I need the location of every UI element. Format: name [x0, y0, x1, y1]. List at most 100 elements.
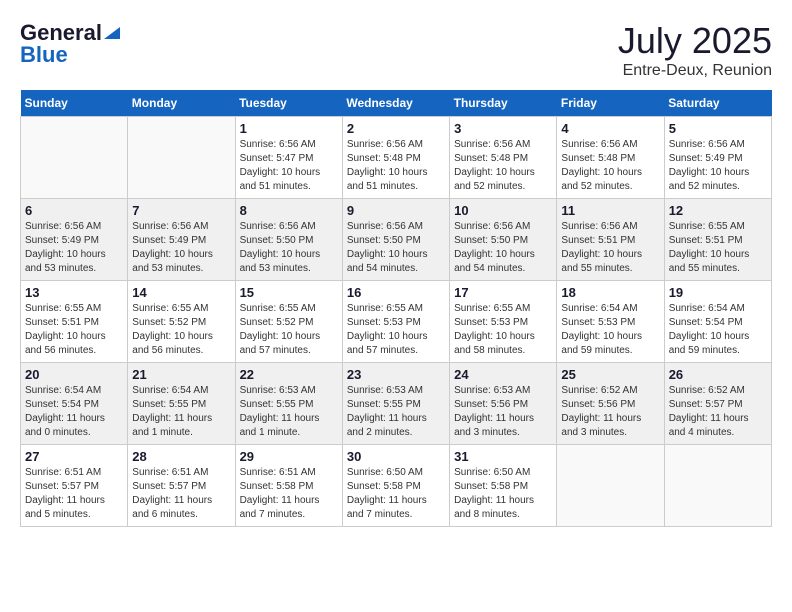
header-friday: Friday: [557, 90, 664, 117]
day-number: 13: [25, 285, 123, 300]
day-info: Sunrise: 6:54 AM Sunset: 5:53 PM Dayligh…: [561, 302, 659, 358]
day-number: 26: [669, 367, 767, 382]
day-info: Sunrise: 6:56 AM Sunset: 5:50 PM Dayligh…: [454, 220, 552, 276]
day-number: 31: [454, 449, 552, 464]
day-number: 17: [454, 285, 552, 300]
day-info: Sunrise: 6:56 AM Sunset: 5:47 PM Dayligh…: [240, 138, 338, 194]
day-info: Sunrise: 6:55 AM Sunset: 5:53 PM Dayligh…: [347, 302, 445, 358]
day-info: Sunrise: 6:51 AM Sunset: 5:57 PM Dayligh…: [132, 466, 230, 522]
day-info: Sunrise: 6:56 AM Sunset: 5:49 PM Dayligh…: [25, 220, 123, 276]
day-number: 15: [240, 285, 338, 300]
day-info: Sunrise: 6:55 AM Sunset: 5:53 PM Dayligh…: [454, 302, 552, 358]
page-header: General Blue July 2025 Entre-Deux, Reuni…: [20, 20, 772, 80]
calendar-cell: 8Sunrise: 6:56 AM Sunset: 5:50 PM Daylig…: [235, 199, 342, 281]
day-info: Sunrise: 6:50 AM Sunset: 5:58 PM Dayligh…: [347, 466, 445, 522]
header-sunday: Sunday: [21, 90, 128, 117]
day-number: 7: [132, 203, 230, 218]
logo: General Blue: [20, 20, 120, 68]
calendar-week-3: 13Sunrise: 6:55 AM Sunset: 5:51 PM Dayli…: [21, 281, 772, 363]
calendar-cell: 29Sunrise: 6:51 AM Sunset: 5:58 PM Dayli…: [235, 445, 342, 527]
day-number: 16: [347, 285, 445, 300]
day-info: Sunrise: 6:54 AM Sunset: 5:54 PM Dayligh…: [669, 302, 767, 358]
day-number: 10: [454, 203, 552, 218]
day-number: 29: [240, 449, 338, 464]
calendar-cell: 3Sunrise: 6:56 AM Sunset: 5:48 PM Daylig…: [450, 117, 557, 199]
calendar-cell: [557, 445, 664, 527]
day-info: Sunrise: 6:53 AM Sunset: 5:55 PM Dayligh…: [347, 384, 445, 440]
day-info: Sunrise: 6:53 AM Sunset: 5:55 PM Dayligh…: [240, 384, 338, 440]
day-number: 18: [561, 285, 659, 300]
calendar-cell: 20 Sunrise: 6:54 AM Sunset: 5:54 PM Dayli…: [21, 363, 128, 445]
day-number: 25: [561, 367, 659, 382]
calendar-cell: 22Sunrise: 6:53 AM Sunset: 5:55 PM Dayli…: [235, 363, 342, 445]
day-info: Sunrise: 6:55 AM Sunset: 5:51 PM Dayligh…: [669, 220, 767, 276]
calendar-cell: 15 Sunrise: 6:55 AM Sunset: 5:52 PM Dayli…: [235, 281, 342, 363]
day-number: 6: [25, 203, 123, 218]
header-saturday: Saturday: [664, 90, 771, 117]
day-number: 14: [132, 285, 230, 300]
day-info: Sunrise: 6:55 AM Sunset: 5:52 PM Dayligh…: [132, 302, 230, 358]
day-number: 1: [240, 121, 338, 136]
day-number: 9: [347, 203, 445, 218]
month-title: July 2025: [618, 20, 772, 62]
calendar-cell: 28 Sunrise: 6:51 AM Sunset: 5:57 PM Dayli…: [128, 445, 235, 527]
day-info: Sunrise: 6:52 AM Sunset: 5:56 PM Dayligh…: [561, 384, 659, 440]
calendar-cell: 9 Sunrise: 6:56 AM Sunset: 5:50 PM Daylig…: [342, 199, 449, 281]
day-number: 23: [347, 367, 445, 382]
calendar-cell: 25 Sunrise: 6:52 AM Sunset: 5:56 PM Dayli…: [557, 363, 664, 445]
day-number: 27: [25, 449, 123, 464]
day-info: Sunrise: 6:51 AM Sunset: 5:57 PM Dayligh…: [25, 466, 123, 522]
day-number: 2: [347, 121, 445, 136]
calendar-cell: 18 Sunrise: 6:54 AM Sunset: 5:53 PM Dayli…: [557, 281, 664, 363]
calendar-week-1: 1 Sunrise: 6:56 AM Sunset: 5:47 PM Daylig…: [21, 117, 772, 199]
calendar-cell: 7 Sunrise: 6:56 AM Sunset: 5:49 PM Daylig…: [128, 199, 235, 281]
day-info: Sunrise: 6:55 AM Sunset: 5:52 PM Dayligh…: [240, 302, 338, 358]
calendar-cell: 31Sunrise: 6:50 AM Sunset: 5:58 PM Dayli…: [450, 445, 557, 527]
day-info: Sunrise: 6:54 AM Sunset: 5:55 PM Dayligh…: [132, 384, 230, 440]
header-wednesday: Wednesday: [342, 90, 449, 117]
calendar-cell: [664, 445, 771, 527]
calendar-cell: 2 Sunrise: 6:56 AM Sunset: 5:48 PM Daylig…: [342, 117, 449, 199]
day-number: 19: [669, 285, 767, 300]
day-number: 4: [561, 121, 659, 136]
day-info: Sunrise: 6:56 AM Sunset: 5:48 PM Dayligh…: [561, 138, 659, 194]
calendar-week-4: 20 Sunrise: 6:54 AM Sunset: 5:54 PM Dayli…: [21, 363, 772, 445]
calendar-cell: 27 Sunrise: 6:51 AM Sunset: 5:57 PM Dayli…: [21, 445, 128, 527]
calendar-cell: 21 Sunrise: 6:54 AM Sunset: 5:55 PM Dayli…: [128, 363, 235, 445]
logo-blue: Blue: [20, 42, 68, 68]
header-monday: Monday: [128, 90, 235, 117]
calendar-cell: 5 Sunrise: 6:56 AM Sunset: 5:49 PM Daylig…: [664, 117, 771, 199]
title-section: July 2025 Entre-Deux, Reunion: [618, 20, 772, 80]
day-number: 5: [669, 121, 767, 136]
calendar-cell: 1 Sunrise: 6:56 AM Sunset: 5:47 PM Daylig…: [235, 117, 342, 199]
day-info: Sunrise: 6:53 AM Sunset: 5:56 PM Dayligh…: [454, 384, 552, 440]
header-thursday: Thursday: [450, 90, 557, 117]
day-number: 30: [347, 449, 445, 464]
calendar-cell: 26Sunrise: 6:52 AM Sunset: 5:57 PM Dayli…: [664, 363, 771, 445]
location-title: Entre-Deux, Reunion: [618, 62, 772, 80]
calendar-cell: 19 Sunrise: 6:54 AM Sunset: 5:54 PM Dayli…: [664, 281, 771, 363]
day-info: Sunrise: 6:56 AM Sunset: 5:49 PM Dayligh…: [132, 220, 230, 276]
calendar-cell: 4 Sunrise: 6:56 AM Sunset: 5:48 PM Daylig…: [557, 117, 664, 199]
calendar-cell: 11Sunrise: 6:56 AM Sunset: 5:51 PM Dayli…: [557, 199, 664, 281]
day-number: 3: [454, 121, 552, 136]
calendar-cell: 30 Sunrise: 6:50 AM Sunset: 5:58 PM Dayli…: [342, 445, 449, 527]
calendar-cell: 14 Sunrise: 6:55 AM Sunset: 5:52 PM Dayli…: [128, 281, 235, 363]
calendar-cell: 23 Sunrise: 6:53 AM Sunset: 5:55 PM Dayli…: [342, 363, 449, 445]
day-info: Sunrise: 6:56 AM Sunset: 5:50 PM Dayligh…: [347, 220, 445, 276]
day-info: Sunrise: 6:56 AM Sunset: 5:49 PM Dayligh…: [669, 138, 767, 194]
day-number: 21: [132, 367, 230, 382]
day-info: Sunrise: 6:54 AM Sunset: 5:54 PM Dayligh…: [25, 384, 123, 440]
calendar-cell: 13Sunrise: 6:55 AM Sunset: 5:51 PM Dayli…: [21, 281, 128, 363]
calendar-week-2: 6 Sunrise: 6:56 AM Sunset: 5:49 PM Daylig…: [21, 199, 772, 281]
calendar-week-5: 27 Sunrise: 6:51 AM Sunset: 5:57 PM Dayli…: [21, 445, 772, 527]
calendar-table: Sunday Monday Tuesday Wednesday Thursday…: [20, 90, 772, 527]
day-info: Sunrise: 6:56 AM Sunset: 5:50 PM Dayligh…: [240, 220, 338, 276]
day-number: 24: [454, 367, 552, 382]
day-info: Sunrise: 6:56 AM Sunset: 5:51 PM Dayligh…: [561, 220, 659, 276]
calendar-header-row: Sunday Monday Tuesday Wednesday Thursday…: [21, 90, 772, 117]
calendar-cell: 10 Sunrise: 6:56 AM Sunset: 5:50 PM Dayli…: [450, 199, 557, 281]
day-number: 20: [25, 367, 123, 382]
day-number: 28: [132, 449, 230, 464]
day-info: Sunrise: 6:56 AM Sunset: 5:48 PM Dayligh…: [347, 138, 445, 194]
